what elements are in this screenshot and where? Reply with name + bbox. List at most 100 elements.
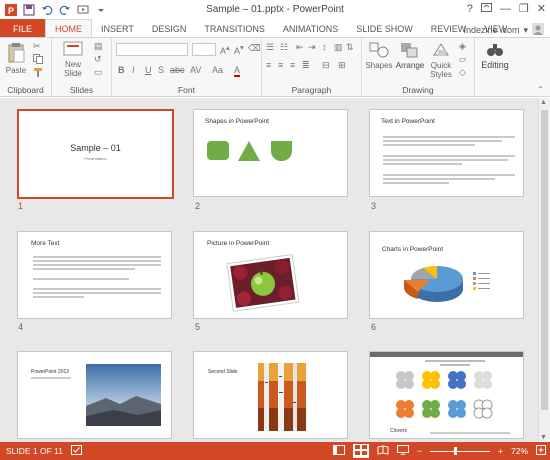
tab-design[interactable]: DESIGN	[143, 19, 196, 38]
slide-3-title: Text in PowerPoint	[381, 118, 435, 125]
zoom-level[interactable]: 72%	[511, 446, 528, 456]
quick-styles-icon	[433, 43, 449, 56]
slides-group: New Slide ▤ ↺ ▭ Slides	[52, 38, 112, 96]
slide-show-view-icon[interactable]	[397, 445, 410, 457]
zoom-slider-thumb[interactable]	[454, 447, 458, 455]
slide-number: 5	[195, 322, 201, 332]
italic-button[interactable]: I	[132, 65, 135, 75]
reading-view-icon[interactable]	[377, 445, 389, 457]
slide-thumbnail-7[interactable]: PowerPoint 2013	[17, 351, 172, 439]
tab-file[interactable]: FILE	[0, 19, 46, 38]
scroll-up-icon[interactable]: ▲	[540, 99, 547, 106]
user-name: Indezine .com	[463, 25, 520, 35]
slide-thumbnail-4[interactable]: More Text	[17, 231, 172, 319]
copy-icon[interactable]	[33, 54, 43, 66]
grow-font-icon[interactable]: A▴	[220, 43, 230, 56]
strikethrough-button[interactable]: abc	[170, 65, 185, 75]
slide-sorter-view-icon[interactable]	[353, 444, 370, 458]
slide-thumbnail-5[interactable]: Picture in PowerPoint	[193, 231, 348, 319]
close-button[interactable]: ✕	[537, 2, 546, 15]
align-text-icon[interactable]: ⊟	[322, 60, 330, 71]
minimize-button[interactable]: —	[500, 3, 511, 15]
pie-chart-graphic	[403, 265, 490, 302]
customize-qat-icon[interactable]	[95, 4, 107, 16]
title-bar: P Sample – 01.pptx - PowerPoint ? — ❐ ✕	[0, 0, 550, 19]
slide-4-title: More Text	[31, 240, 60, 247]
underline-button[interactable]: U	[145, 65, 152, 75]
bold-button[interactable]: B	[118, 65, 125, 75]
tab-transitions[interactable]: TRANSITIONS	[195, 19, 274, 38]
align-left-icon[interactable]: ≡	[266, 60, 271, 70]
cut-icon[interactable]: ✂	[33, 41, 41, 52]
layout-icon[interactable]: ▤	[94, 41, 103, 52]
decrease-indent-icon[interactable]: ⇤	[296, 42, 304, 53]
help-button[interactable]: ?	[467, 3, 473, 15]
editing-group: Editing	[475, 38, 515, 96]
font-size-combo[interactable]	[192, 43, 216, 56]
new-slide-button[interactable]: New Slide	[58, 40, 88, 78]
slide-thumbnail-9[interactable]: Clovers	[369, 351, 524, 439]
reset-icon[interactable]: ↺	[94, 54, 102, 65]
zoom-slider[interactable]	[430, 446, 491, 456]
smartart-icon[interactable]: ⊞	[338, 60, 346, 71]
clear-format-icon[interactable]: ⌫	[248, 43, 261, 54]
format-painter-icon[interactable]	[33, 67, 43, 79]
undo-icon[interactable]	[41, 4, 53, 16]
line-spacing-icon[interactable]: ↕	[322, 42, 327, 52]
tab-animations[interactable]: ANIMATIONS	[274, 19, 347, 38]
shadow-button[interactable]: S	[158, 65, 164, 75]
align-center-icon[interactable]: ≡	[278, 60, 283, 70]
slide-thumbnail-8[interactable]: Second Slide	[193, 351, 348, 439]
zoom-out-button[interactable]: −	[417, 446, 422, 456]
shapes-button[interactable]: Shapes	[364, 41, 394, 70]
font-label: Font	[177, 85, 195, 95]
scrollbar-thumb[interactable]	[541, 110, 548, 410]
spacing-button[interactable]: AV	[190, 65, 201, 75]
font-name-combo[interactable]	[116, 43, 188, 56]
shape-outline-icon[interactable]: ▱	[459, 54, 466, 65]
avatar	[532, 23, 544, 37]
justify-icon[interactable]: ≣	[302, 60, 310, 71]
paste-button[interactable]: Paste	[3, 42, 29, 75]
tab-home[interactable]: HOME	[45, 19, 93, 38]
start-slideshow-icon[interactable]	[77, 4, 89, 16]
spelling-check-icon[interactable]	[71, 445, 83, 457]
zoom-in-button[interactable]: +	[498, 446, 503, 456]
redo-icon[interactable]	[59, 4, 71, 16]
slide-thumbnail-3[interactable]: Text in PowerPoint	[369, 109, 524, 197]
columns-icon[interactable]: ▥	[334, 42, 343, 53]
fit-slide-icon[interactable]	[536, 445, 546, 457]
section-icon[interactable]: ▭	[94, 67, 103, 78]
scroll-down-icon[interactable]: ▼	[540, 434, 547, 441]
tab-insert[interactable]: INSERT	[92, 19, 143, 38]
apple-picture	[226, 253, 300, 312]
slide-thumbnail-1[interactable]: Sample – 01 Presentation	[17, 109, 174, 199]
vertical-scrollbar[interactable]: ▲ ▼	[538, 98, 550, 442]
window-controls: ? — ❐ ✕	[467, 2, 546, 15]
editing-button[interactable]: Editing	[477, 41, 513, 70]
text-direction-icon[interactable]: ⇅	[346, 42, 354, 53]
shape-fill-icon[interactable]: ◈	[459, 41, 466, 52]
save-icon[interactable]	[23, 3, 35, 16]
slide-thumbnail-2[interactable]: Shapes in PowerPoint	[193, 109, 348, 197]
align-right-icon[interactable]: ≡	[290, 60, 295, 70]
increase-indent-icon[interactable]: ⇥	[308, 42, 316, 53]
arrange-button[interactable]: Arrange	[394, 41, 426, 70]
maximize-button[interactable]: ❐	[519, 2, 529, 15]
normal-view-icon[interactable]	[333, 445, 346, 457]
change-case-button[interactable]: Aa	[212, 65, 223, 75]
numbering-icon[interactable]: ☷	[280, 42, 288, 53]
paste-icon	[8, 43, 25, 63]
bullets-icon[interactable]: ☰	[266, 42, 274, 53]
user-account[interactable]: Indezine .com ▾	[463, 23, 544, 37]
ribbon-display-icon[interactable]	[480, 2, 492, 15]
quick-styles-button[interactable]: Quick Styles	[426, 41, 456, 79]
shape-effects-icon[interactable]: ◇	[459, 67, 466, 78]
collapse-ribbon-icon[interactable]: ⌃	[537, 85, 544, 94]
tab-slide-show[interactable]: SLIDE SHOW	[347, 19, 422, 38]
font-color-button[interactable]: A	[234, 65, 241, 77]
slide-thumbnail-6[interactable]: Charts in PowerPoint	[369, 231, 524, 319]
shrink-font-icon[interactable]: A▾	[234, 43, 244, 56]
slide-1-subtitle: Presentation	[84, 156, 107, 161]
clipboard-group: Paste ✂ Clipboard	[0, 38, 52, 96]
